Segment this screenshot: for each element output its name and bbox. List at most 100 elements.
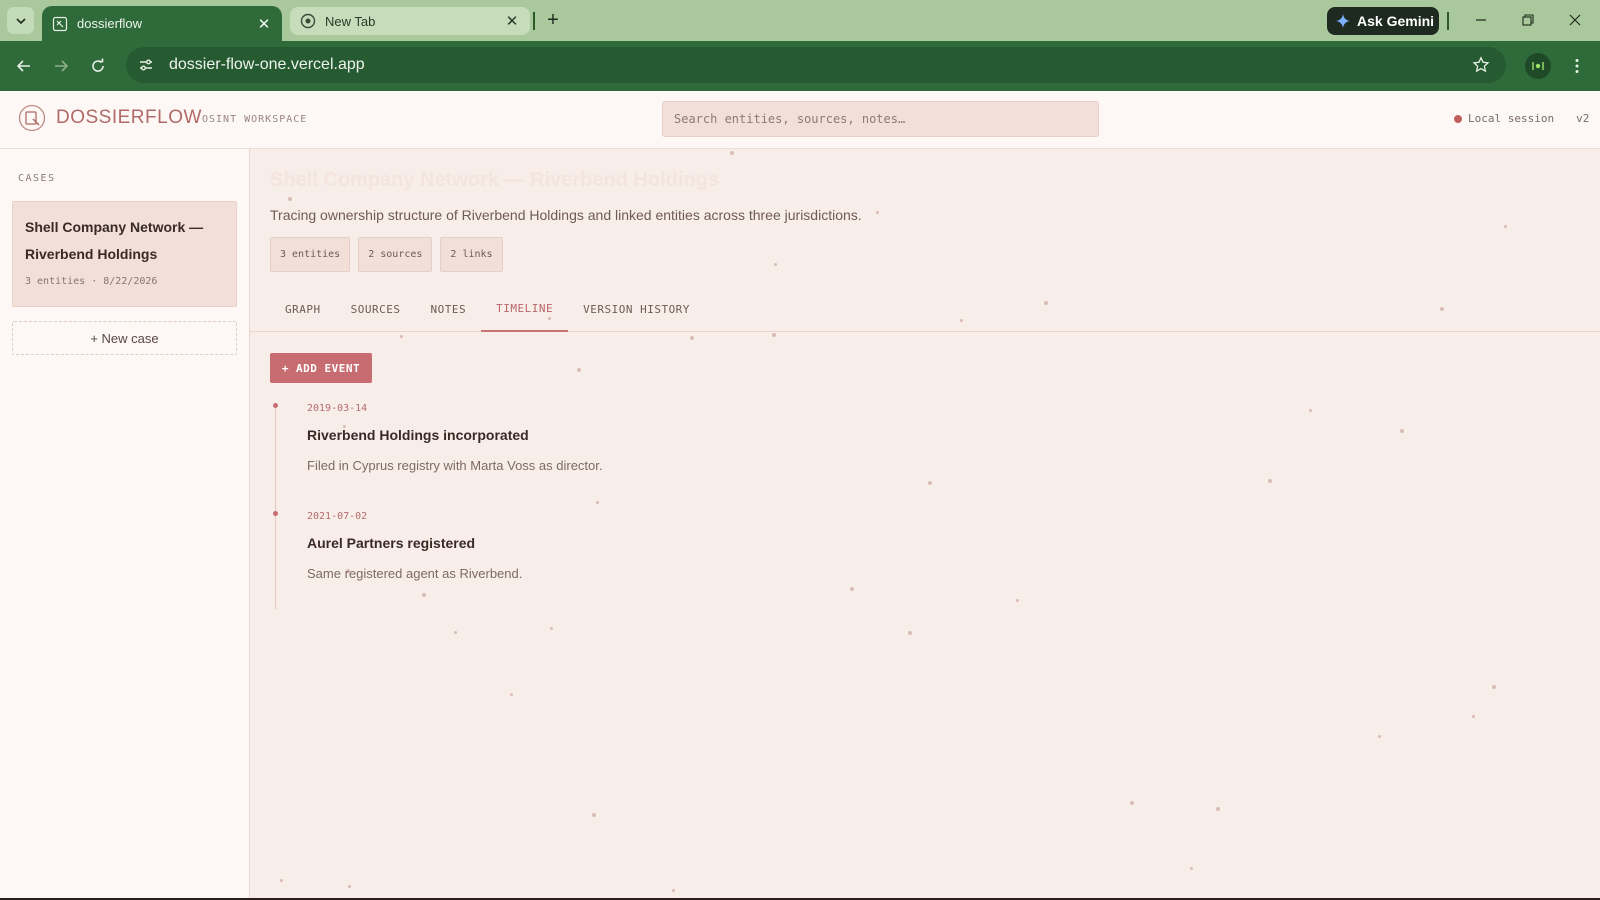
particle (280, 879, 283, 882)
extension-badge-icon (1532, 62, 1544, 70)
particle (1309, 409, 1312, 412)
timeline: 2019-03-14 Riverbend Holdings incorporat… (273, 403, 975, 619)
particle (550, 627, 553, 630)
forward-button[interactable] (46, 51, 76, 81)
address-bar[interactable]: dossier-flow-one.vercel.app (126, 47, 1506, 83)
timeline-dot-icon (273, 511, 278, 516)
cases-heading: CASES (18, 173, 56, 184)
event-date: 2019-03-14 (307, 403, 368, 414)
event-title: Riverbend Holdings incorporated (307, 427, 529, 443)
minimize-icon (1476, 19, 1486, 21)
restore-button[interactable] (1508, 6, 1548, 34)
particle (288, 197, 292, 201)
app-header: DOSSIERFLOW OSINT WORKSPACE Local sessio… (0, 91, 1600, 149)
new-tab-button[interactable]: + (540, 7, 566, 33)
particle (577, 368, 581, 372)
tab-title: dossierflow (77, 16, 143, 31)
close-icon (1569, 14, 1581, 26)
timeline-dot-icon (273, 403, 278, 408)
particle (774, 263, 777, 266)
particle (1400, 429, 1404, 433)
gemini-separator (1447, 12, 1449, 30)
case-card-title: Shell Company Network — Riverbend Holdin… (25, 219, 204, 262)
timeline-event[interactable]: 2019-03-14 Riverbend Holdings incorporat… (273, 403, 975, 511)
timeline-event[interactable]: 2021-07-02 Aurel Partners registered Sam… (273, 511, 975, 619)
tab-graph[interactable]: GRAPH (270, 286, 336, 332)
tab-sources[interactable]: SOURCES (336, 286, 416, 332)
site-settings-icon[interactable] (131, 50, 161, 80)
particle (876, 211, 879, 214)
tab-timeline[interactable]: TIMELINE (481, 286, 569, 332)
tab-notes[interactable]: NOTES (415, 286, 481, 332)
version-label: v2 (1576, 112, 1590, 125)
arrow-left-icon (16, 60, 30, 72)
add-event-button[interactable]: + ADD EVENT (270, 353, 372, 383)
particle (1190, 867, 1193, 870)
browser-tab-new-tab[interactable]: New Tab ✕ (290, 7, 530, 35)
ask-gemini-button[interactable]: Ask Gemini (1327, 7, 1439, 35)
bookmark-star-icon[interactable] (1466, 50, 1496, 80)
particle (1130, 801, 1134, 805)
particle (510, 693, 513, 696)
particle (1504, 225, 1507, 228)
particle (672, 889, 675, 892)
close-tab-icon[interactable]: ✕ (502, 11, 522, 31)
extension-icon[interactable] (1525, 53, 1551, 79)
particle (1268, 479, 1272, 483)
event-description: Filed in Cyprus registry with Marta Voss… (307, 458, 603, 473)
close-window-button[interactable] (1555, 6, 1595, 34)
particle (348, 885, 351, 888)
new-case-button[interactable]: + New case (12, 321, 237, 355)
event-description: Same registered agent as Riverbend. (307, 566, 523, 581)
sources-count-chip: 2 sources (358, 237, 433, 272)
case-tabs: GRAPH SOURCES NOTES TIMELINE VERSION HIS… (270, 286, 1600, 332)
particle (454, 631, 457, 634)
reload-icon (92, 58, 104, 72)
case-card-riverbend[interactable]: Shell Company Network — Riverbend Holdin… (12, 201, 237, 307)
tab-title: New Tab (325, 13, 376, 29)
minimize-button[interactable] (1461, 6, 1501, 34)
tab-search-button[interactable] (7, 7, 34, 34)
url-text: dossier-flow-one.vercel.app (169, 56, 365, 73)
tab-version-history[interactable]: VERSION HISTORY (568, 286, 705, 332)
session-status-dot-icon (1454, 114, 1462, 123)
gemini-spark-icon (1336, 14, 1350, 28)
case-title: Shell Company Network — Riverbend Holdin… (270, 169, 719, 191)
chrome-icon (300, 13, 316, 29)
particle (1016, 599, 1019, 602)
browser-tabstrip: dossierflow ✕ New Tab ✕ + Ask Gemini (0, 0, 1600, 41)
ask-gemini-label: Ask Gemini (1357, 13, 1435, 29)
chevron-down-icon (15, 17, 26, 24)
back-button[interactable] (9, 51, 39, 81)
entities-count-chip: 3 entities (270, 237, 351, 272)
close-tab-icon[interactable]: ✕ (254, 14, 274, 34)
tab-separator (533, 12, 535, 30)
brand-subtitle: OSINT WORKSPACE (202, 114, 308, 125)
session-label: Local session (1468, 112, 1555, 125)
dossierflow-logo-icon (18, 104, 46, 132)
case-card-meta: 3 entities · 8/22/2026 (25, 276, 158, 287)
global-search-input[interactable] (662, 101, 1099, 137)
particle (730, 151, 734, 155)
browser-menu-button[interactable] (1563, 51, 1591, 81)
restore-icon (1522, 14, 1534, 26)
arrow-right-icon (55, 60, 69, 72)
event-title: Aurel Partners registered (307, 535, 476, 551)
particle (1216, 807, 1220, 811)
brand-name[interactable]: DOSSIERFLOW (56, 107, 202, 129)
browser-tab-dossierflow[interactable]: dossierflow ✕ (42, 6, 282, 41)
links-count-chip: 2 links (440, 237, 503, 272)
particle (690, 336, 694, 340)
browser-toolbar: dossier-flow-one.vercel.app (0, 41, 1600, 91)
case-workspace: Shell Company Network — Riverbend Holdin… (250, 149, 1600, 900)
particle (1472, 715, 1475, 718)
event-date: 2021-07-02 (307, 511, 368, 522)
reload-button[interactable] (83, 51, 113, 81)
particle (1378, 735, 1381, 738)
case-description: Tracing ownership structure of Riverbend… (270, 207, 862, 223)
plus-icon: + (547, 8, 559, 31)
case-stats: 3 entities 2 sources 2 links (270, 237, 503, 272)
cases-sidebar: CASES Shell Company Network — Riverbend … (0, 149, 250, 900)
particle (592, 813, 596, 817)
dossierflow-favicon-icon (52, 16, 68, 32)
